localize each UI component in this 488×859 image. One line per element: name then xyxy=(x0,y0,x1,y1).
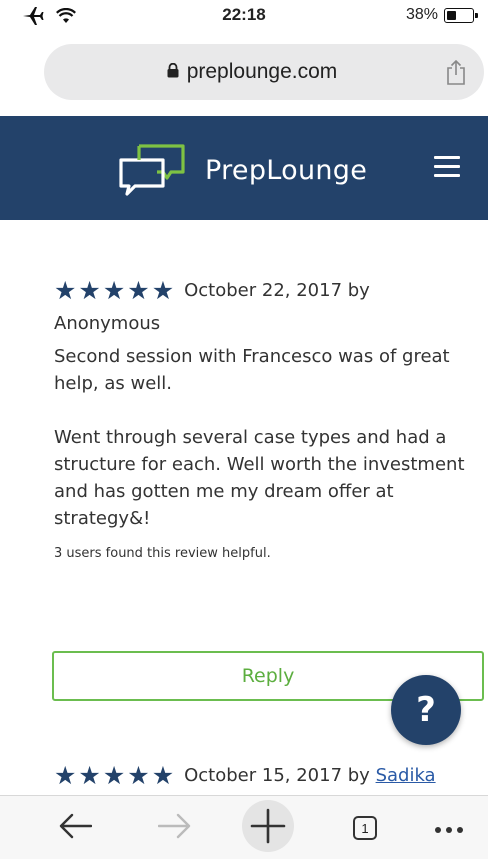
battery-nub xyxy=(475,12,478,18)
star-icon: ★ xyxy=(151,276,175,305)
more-button[interactable] xyxy=(424,796,474,859)
review-date: October 22, 2017 by xyxy=(184,280,370,301)
battery-icon xyxy=(444,7,478,23)
help-button[interactable]: ? xyxy=(391,675,461,745)
review-paragraph: Went through several case types and had … xyxy=(54,427,465,529)
star-icon: ★ xyxy=(78,761,101,790)
more-icon xyxy=(434,819,464,838)
star-icon: ★ xyxy=(78,276,101,305)
review-author: Anonymous xyxy=(54,313,161,334)
review-body: Second session with Francesco was of gre… xyxy=(54,343,486,532)
star-icon: ★ xyxy=(127,276,150,305)
star-icon: ★ xyxy=(102,276,126,305)
review-date-text: October 15, 2017 by xyxy=(184,765,370,786)
new-tab-icon xyxy=(241,799,295,857)
star-icon: ★ xyxy=(102,761,126,790)
menu-icon[interactable] xyxy=(434,156,460,178)
brand-logo[interactable]: PrepLounge xyxy=(113,138,367,202)
battery-percent: 38% xyxy=(405,6,438,23)
star-rating: ★ ★ ★ ★ ★ xyxy=(54,763,174,788)
battery-fill xyxy=(447,10,456,20)
logo-icon xyxy=(113,138,189,202)
lock-icon xyxy=(167,62,179,82)
review-meta: ★ ★ ★ ★ ★ October 22, 2017 by xyxy=(54,278,484,303)
back-button[interactable] xyxy=(50,796,100,859)
helpful-count: 3 users found this review helpful. xyxy=(54,546,271,561)
review-date: October 15, 2017 by Sadika xyxy=(184,765,435,786)
status-right: 38% xyxy=(405,6,478,24)
address-center: preplounge.com xyxy=(44,44,484,100)
star-icon: ★ xyxy=(127,761,150,790)
review-meta: ★ ★ ★ ★ ★ October 15, 2017 by Sadika xyxy=(54,763,484,788)
author-link[interactable]: Sadika xyxy=(376,765,436,786)
site-header: PrepLounge xyxy=(0,116,488,220)
address-bar[interactable]: preplounge.com xyxy=(44,44,484,100)
star-icon: ★ xyxy=(54,276,77,305)
forward-button[interactable] xyxy=(150,796,200,859)
browser-toolbar: 1 xyxy=(0,795,488,859)
star-icon: ★ xyxy=(54,761,77,790)
star-rating: ★ ★ ★ ★ ★ xyxy=(54,278,174,303)
url-text: preplounge.com xyxy=(186,60,338,83)
brand-name: PrepLounge xyxy=(205,154,368,186)
tabs-button[interactable]: 1 xyxy=(340,796,390,859)
tabs-count: 1 xyxy=(353,816,377,840)
share-icon[interactable] xyxy=(446,59,466,90)
new-tab-button[interactable] xyxy=(240,796,296,859)
star-icon: ★ xyxy=(151,761,175,790)
forward-icon xyxy=(157,813,192,843)
review-paragraph: Second session with Francesco was of gre… xyxy=(54,346,450,394)
back-icon xyxy=(58,813,93,843)
review-card: ★ ★ ★ ★ ★ October 15, 2017 by Sadika xyxy=(54,763,484,788)
status-bar: 22:18 38% xyxy=(0,0,488,32)
review-card: ★ ★ ★ ★ ★ October 22, 2017 by Anonymous … xyxy=(54,278,484,561)
